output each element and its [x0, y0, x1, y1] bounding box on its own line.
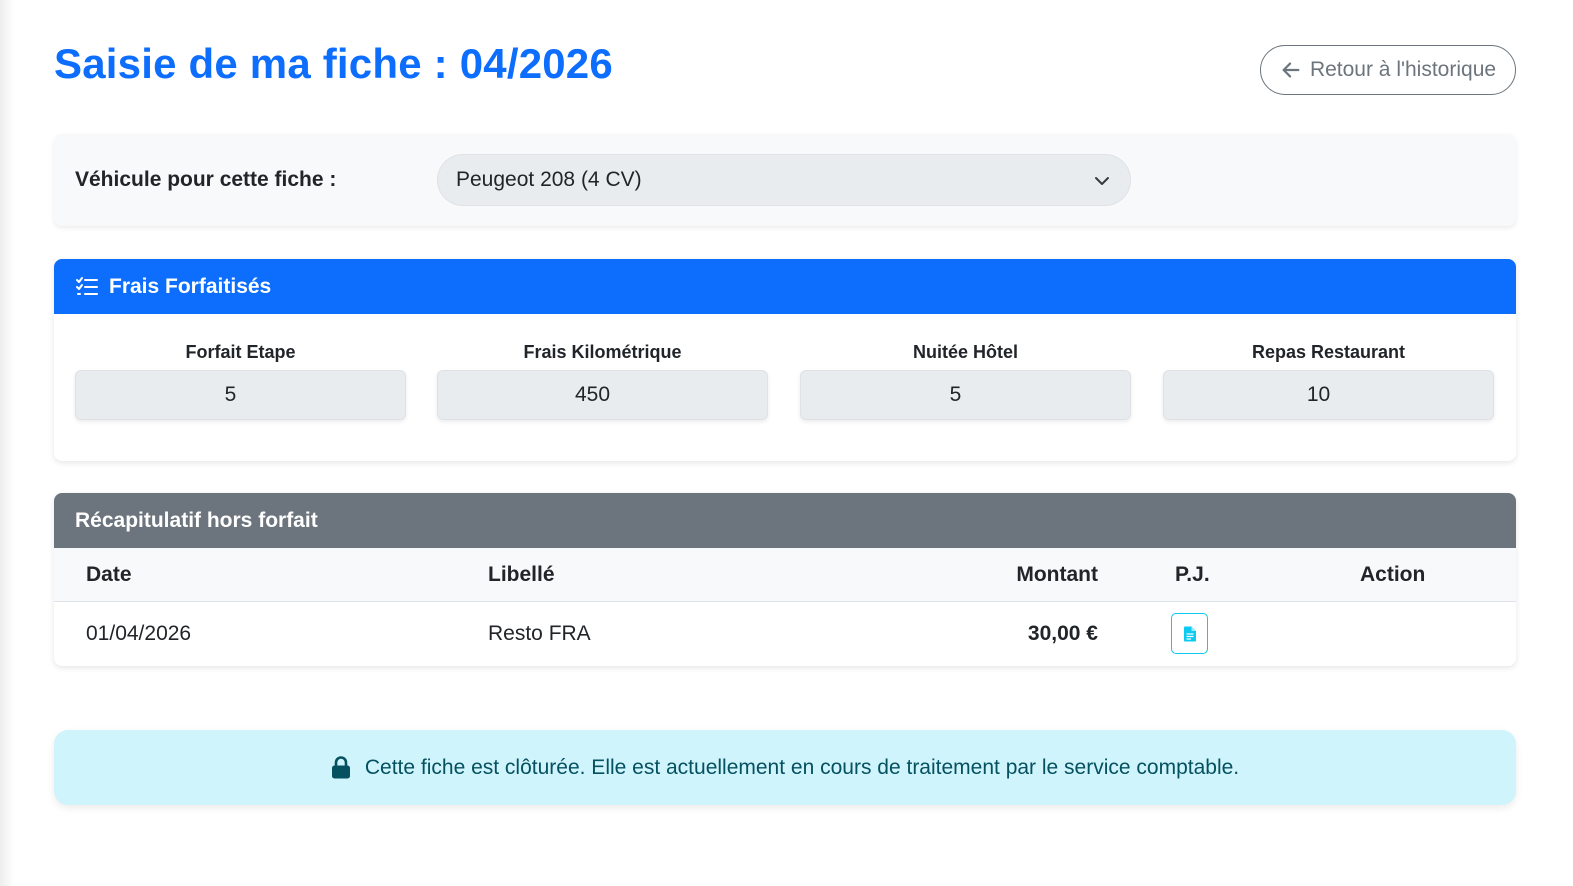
back-to-history-button[interactable]: Retour à l'historique — [1260, 45, 1516, 95]
frais-km-input[interactable]: 450 — [437, 370, 768, 420]
page-edge-shadow — [0, 0, 14, 886]
view-attachment-button[interactable] — [1171, 613, 1208, 654]
chevron-down-icon — [1095, 177, 1109, 185]
col-action: Action — [1360, 562, 1426, 586]
recap-table-header: Date Libellé Montant P.J. Action — [54, 548, 1516, 602]
forfait-label: Forfait Etape — [185, 342, 296, 362]
row-montant: 30,00 € — [1027, 622, 1098, 645]
vehicle-select[interactable]: Peugeot 208 (4 CV) — [437, 154, 1131, 206]
vehicle-card: Véhicule pour cette fiche : Peugeot 208 … — [54, 134, 1516, 226]
row-date: 01/04/2026 — [86, 622, 192, 645]
vehicle-selected-value: Peugeot 208 (4 CV) — [456, 168, 642, 191]
col-pj: P.J. — [1175, 562, 1210, 586]
forfait-grid: Forfait Etape 5 Frais Kilométrique 450 N… — [54, 314, 1516, 461]
forfait-label: Nuitée Hôtel — [912, 342, 1018, 362]
lock-icon — [331, 756, 350, 779]
forfait-label: Repas Restaurant — [1251, 342, 1406, 362]
forfait-header-title: Frais Forfaitisés — [109, 274, 272, 298]
recap-header-title: Récapitulatif hors forfait — [75, 508, 318, 532]
forfait-item-nuitee: Nuitée Hôtel 5 — [800, 342, 1131, 420]
closed-status-alert: Cette fiche est clôturée. Elle est actue… — [54, 730, 1516, 805]
back-button-label: Retour à l'historique — [1309, 58, 1497, 81]
nuitee-hotel-input[interactable]: 5 — [800, 370, 1131, 420]
forfait-item-etape: Forfait Etape 5 — [75, 342, 406, 420]
forfait-card: Frais Forfaitisés Forfait Etape 5 Frais … — [54, 259, 1516, 461]
table-row: 01/04/2026 Resto FRA 30,00 € — [54, 602, 1516, 666]
alert-text: Cette fiche est clôturée. Elle est actue… — [364, 755, 1240, 779]
col-date: Date — [86, 562, 132, 586]
forfait-header: Frais Forfaitisés — [54, 259, 1516, 314]
row-libelle: Resto FRA — [488, 622, 591, 645]
list-check-icon — [76, 276, 98, 295]
file-text-icon — [1183, 626, 1196, 641]
main-container: Saisie de ma fiche : 04/2026 Retour à l'… — [54, 0, 1516, 805]
page-title: Saisie de ma fiche : 04/2026 — [54, 40, 613, 87]
forfait-label: Frais Kilométrique — [523, 342, 682, 362]
recap-card: Récapitulatif hors forfait Date Libellé … — [54, 493, 1516, 666]
recap-header: Récapitulatif hors forfait — [54, 493, 1516, 548]
vehicle-label: Véhicule pour cette fiche : — [75, 168, 337, 191]
forfait-item-repas: Repas Restaurant 10 — [1163, 342, 1494, 420]
forfait-etape-input[interactable]: 5 — [75, 370, 406, 420]
col-montant: Montant — [1016, 562, 1098, 586]
arrow-left-icon — [1282, 62, 1300, 78]
repas-restaurant-input[interactable]: 10 — [1163, 370, 1494, 420]
forfait-item-km: Frais Kilométrique 450 — [437, 342, 768, 420]
page-header: Saisie de ma fiche : 04/2026 Retour à l'… — [54, 0, 1516, 134]
col-libelle: Libellé — [488, 562, 555, 586]
